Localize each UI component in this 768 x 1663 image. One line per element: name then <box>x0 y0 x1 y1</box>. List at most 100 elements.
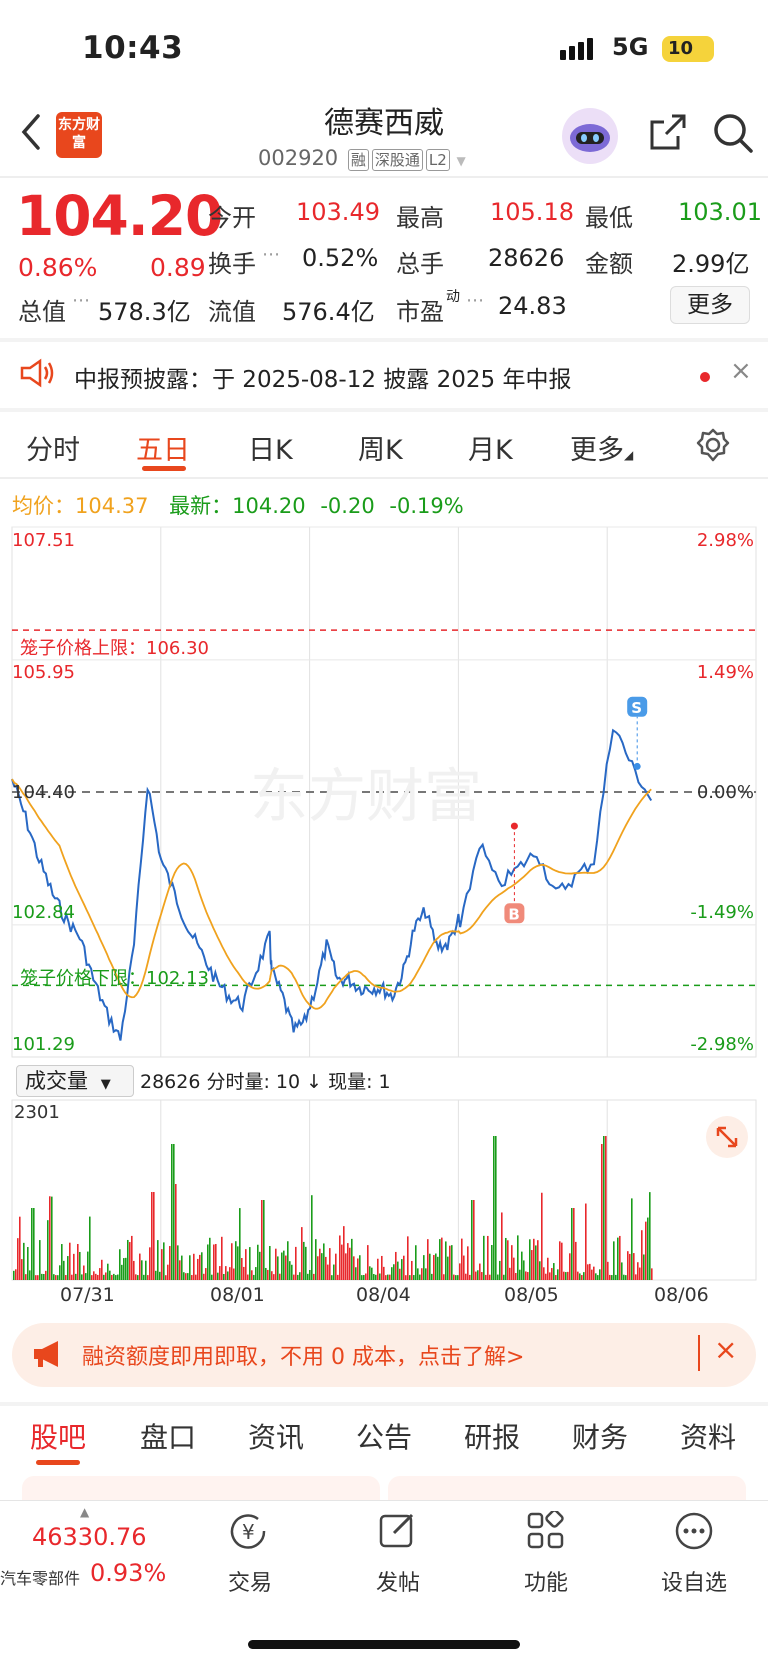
volume-chart[interactable] <box>0 1098 768 1282</box>
y-pct-top: 2.98% <box>696 530 754 551</box>
search-icon[interactable] <box>712 112 754 158</box>
volume-bar <box>493 1136 495 1280</box>
volume-bar <box>559 1241 561 1280</box>
nav-post[interactable]: 发帖 <box>348 1565 448 1597</box>
volume-bar <box>421 1268 423 1280</box>
more-button[interactable]: 更多 <box>670 286 750 324</box>
nav-trade[interactable]: 交易 <box>200 1565 300 1597</box>
promo-banner[interactable]: 融资额度即用即取，不用 0 成本，点击了解> × <box>12 1323 756 1387</box>
tab-five-day[interactable]: 五日 <box>136 428 190 467</box>
volume-bar <box>257 1244 259 1280</box>
volume-bar <box>627 1251 629 1280</box>
status-time: 10:43 <box>82 30 184 66</box>
volume-bar <box>643 1254 645 1280</box>
amount-label: 金额 <box>585 250 633 278</box>
volume-bar <box>137 1275 139 1280</box>
volume-bar <box>291 1264 293 1280</box>
volume-bar <box>69 1242 71 1280</box>
info-icon[interactable]: ⋯ <box>262 244 280 265</box>
volume-bar <box>265 1267 267 1280</box>
volume-bar <box>531 1250 533 1280</box>
y-label-top: 107.51 <box>12 530 75 551</box>
settings-gear-icon[interactable] <box>696 428 730 466</box>
trade-icon[interactable]: ¥ <box>228 1511 272 1555</box>
network-type: 5G <box>612 33 649 61</box>
tab-daily-k[interactable]: 日K <box>248 428 293 467</box>
tab-profile[interactable]: 资料 <box>680 1416 736 1456</box>
tab-forum[interactable]: 股吧 <box>30 1416 86 1456</box>
volume-bar <box>67 1256 69 1280</box>
tab-news[interactable]: 资讯 <box>248 1416 304 1456</box>
volume-bar <box>445 1241 447 1280</box>
volume-bar <box>125 1257 127 1280</box>
volume-bar <box>543 1267 545 1280</box>
volume-bar <box>189 1255 191 1280</box>
volume-bar <box>53 1274 55 1280</box>
volume-bar <box>489 1274 491 1280</box>
volume-bar <box>499 1260 501 1280</box>
tab-financials[interactable]: 财务 <box>572 1416 628 1456</box>
stock-code-row[interactable]: 002920 融深股通 L2 ▼ <box>258 146 466 171</box>
volume-bar <box>191 1275 193 1280</box>
volume-bar <box>231 1243 233 1280</box>
volume-bar <box>299 1272 301 1280</box>
volume-bar <box>407 1236 409 1280</box>
volume-bar <box>621 1262 623 1280</box>
volume-bar <box>603 1136 605 1280</box>
pe-value: 24.83 <box>498 292 567 320</box>
high-label: 最高 <box>396 204 444 232</box>
volume-bar <box>467 1246 469 1280</box>
volume-bar <box>391 1267 393 1280</box>
volume-bar <box>369 1266 371 1280</box>
tab-announcements[interactable]: 公告 <box>356 1416 412 1456</box>
info-icon[interactable]: ⋯ <box>466 290 484 311</box>
tab-more[interactable]: 更多◢ <box>570 428 633 467</box>
volume-bar <box>649 1192 651 1280</box>
volume-bar <box>109 1270 111 1280</box>
indicator-selector[interactable]: 成交量 ▼ <box>16 1065 134 1097</box>
info-icon[interactable]: ⋯ <box>72 290 90 311</box>
volume-bar <box>267 1269 269 1280</box>
close-icon[interactable]: × <box>730 356 752 386</box>
tab-intraday[interactable]: 分时 <box>26 428 80 467</box>
close-icon[interactable]: × <box>714 1333 737 1366</box>
index-value[interactable]: 46330.76 <box>32 1523 147 1551</box>
volume-bar <box>123 1258 125 1280</box>
volume-bar <box>77 1243 79 1280</box>
volume-bar <box>571 1208 573 1280</box>
share-icon[interactable] <box>648 112 688 156</box>
volume-bar <box>523 1260 525 1280</box>
volume-bar <box>45 1270 47 1280</box>
sell-marker-dot <box>633 762 641 770</box>
volume-value: 28626 <box>488 244 565 272</box>
volume-bar <box>527 1272 529 1280</box>
volume-bar <box>171 1144 173 1280</box>
notice-bar[interactable]: 中报预披露：于 2025-08-12 披露 2025 年中报 × <box>0 342 768 412</box>
expand-icon[interactable] <box>706 1116 748 1158</box>
volume-bar <box>525 1271 527 1280</box>
more-dots-icon[interactable] <box>674 1511 714 1555</box>
volume-bar <box>473 1200 475 1280</box>
tab-research[interactable]: 研报 <box>464 1416 520 1456</box>
volume-bar <box>447 1256 449 1280</box>
volume-bar <box>651 1268 653 1280</box>
tab-monthly-k[interactable]: 月K <box>468 428 513 467</box>
compose-icon[interactable] <box>378 1511 418 1555</box>
volume-bar <box>449 1245 451 1280</box>
volume-bar <box>325 1256 327 1280</box>
volume-bar <box>461 1238 463 1280</box>
nav-functions[interactable]: 功能 <box>496 1565 596 1597</box>
change-amount: 0.89 <box>150 253 206 282</box>
volume-bar <box>283 1250 285 1280</box>
nav-add-watchlist[interactable]: 设自选 <box>644 1565 744 1597</box>
l2-tag: L2 <box>425 149 450 171</box>
volume-bar <box>399 1268 401 1280</box>
tab-weekly-k[interactable]: 周K <box>358 428 403 467</box>
volume-bar <box>623 1274 625 1280</box>
battery-icon: 10 <box>662 36 714 62</box>
volume-bar <box>179 1260 181 1280</box>
volume-bar <box>35 1275 37 1280</box>
tab-orderbook[interactable]: 盘口 <box>140 1416 196 1456</box>
grid-icon[interactable] <box>526 1509 566 1555</box>
assistant-avatar[interactable] <box>562 108 618 164</box>
